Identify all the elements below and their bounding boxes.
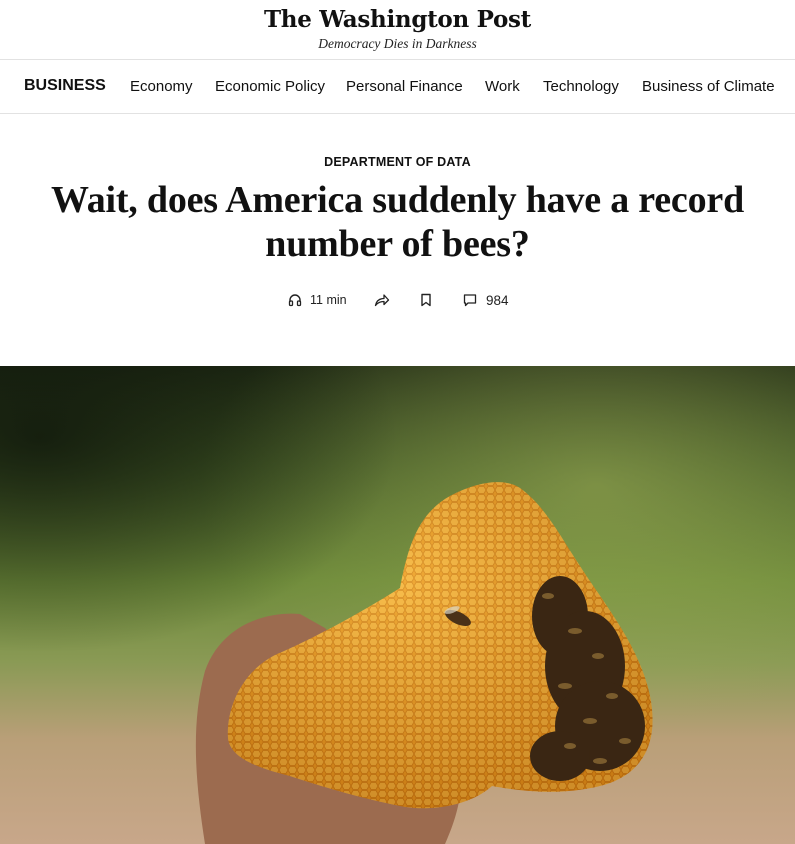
headphones-icon: [288, 293, 302, 307]
save-button[interactable]: [420, 290, 432, 310]
nav-link-work[interactable]: Work: [485, 78, 520, 95]
nav-section-business[interactable]: BUSINESS: [24, 77, 106, 95]
nav-link-business-of-climate[interactable]: Business of Climate: [642, 78, 775, 95]
listen-button[interactable]: 11 min: [288, 290, 347, 310]
nav-link-technology[interactable]: Technology: [543, 78, 619, 95]
bookmark-icon: [420, 293, 432, 307]
comments-button[interactable]: 984: [463, 290, 509, 310]
article-tools: 11 min 984: [0, 290, 795, 310]
comment-icon: [463, 293, 477, 307]
article-headline: Wait, does America suddenly have a recor…: [50, 179, 745, 265]
nav-link-economic-policy[interactable]: Economic Policy: [215, 78, 325, 95]
section-nav: BUSINESS Economy Economic Policy Persona…: [0, 59, 795, 114]
site-tagline: Democracy Dies in Darkness: [318, 36, 477, 51]
share-button[interactable]: [374, 290, 390, 310]
article-kicker[interactable]: DEPARTMENT OF DATA: [0, 155, 795, 169]
share-icon: [374, 293, 390, 307]
hero-photo-honeycomb: [0, 366, 795, 844]
masthead: The Washington Post Democracy Dies in Da…: [0, 0, 795, 58]
hero-image: [0, 366, 795, 844]
nav-link-personal-finance[interactable]: Personal Finance: [346, 78, 463, 95]
site-logo[interactable]: The Washington Post: [0, 6, 795, 33]
nav-link-economy[interactable]: Economy: [130, 78, 193, 95]
listen-duration: 11 min: [310, 293, 347, 307]
comment-count: 984: [486, 292, 509, 308]
